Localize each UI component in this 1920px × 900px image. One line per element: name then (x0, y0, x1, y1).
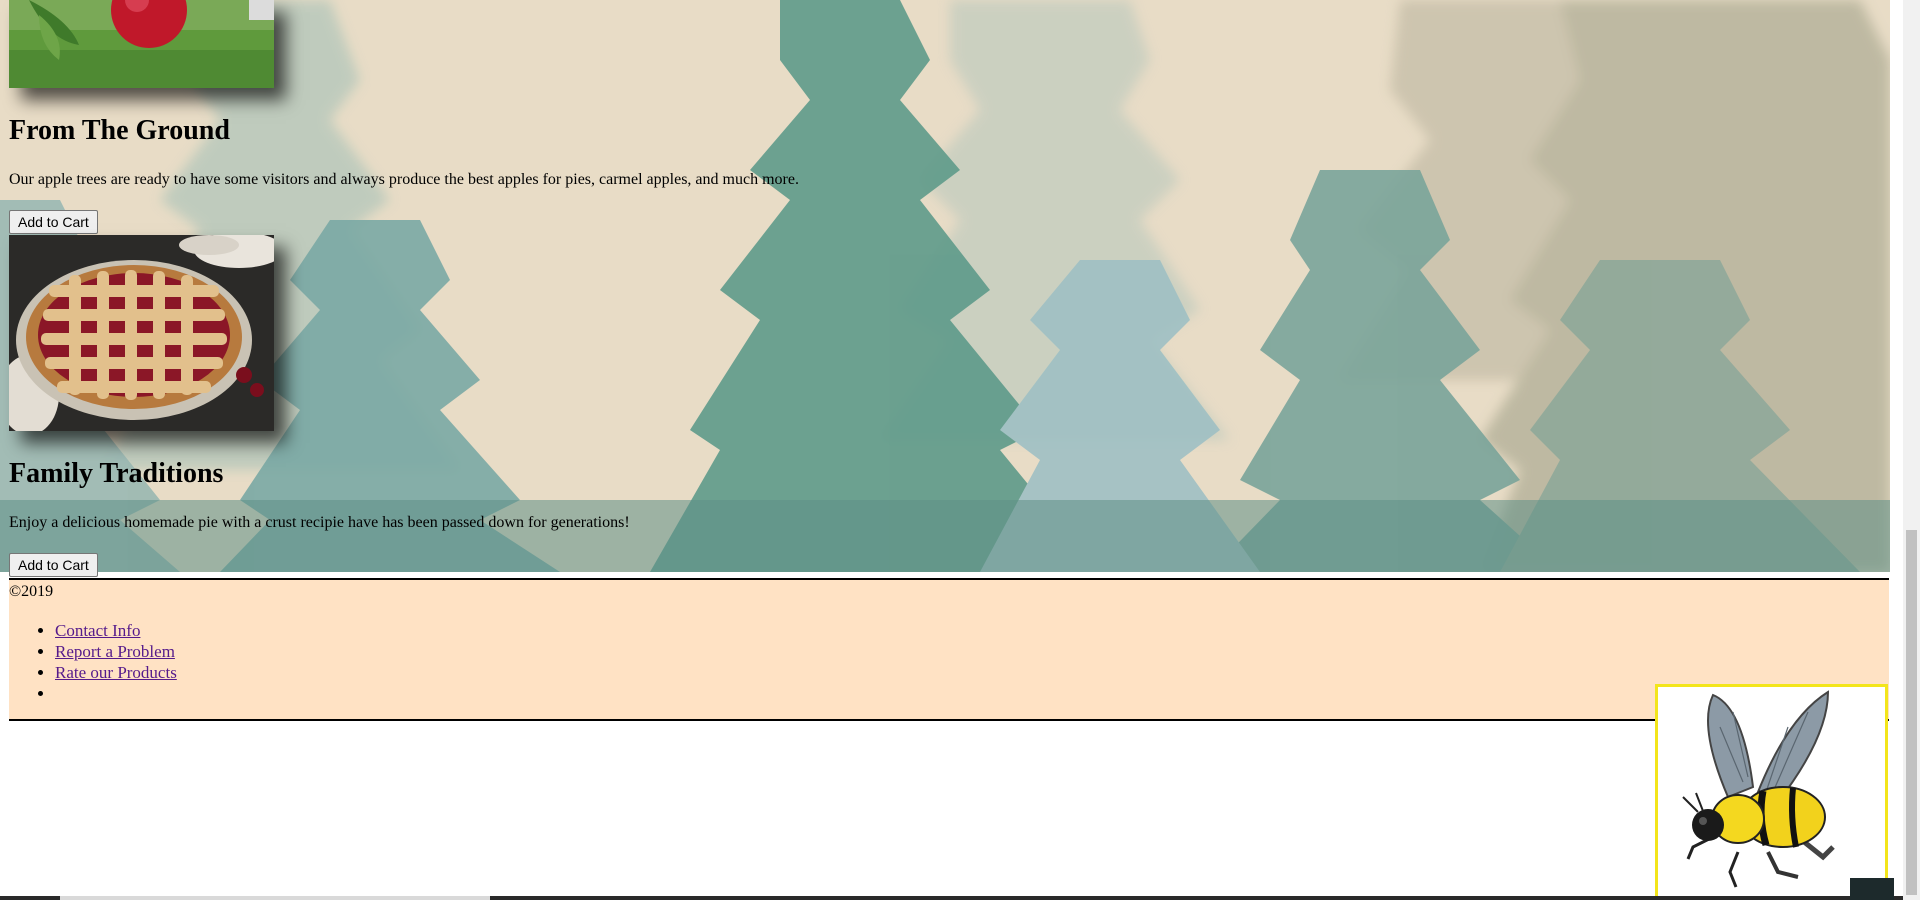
bee-mascot (1655, 684, 1888, 900)
footer-link-item: Report a Problem (55, 641, 177, 662)
site-footer: ©2019 Contact Info Report a Problem Rate… (9, 578, 1889, 721)
product-description: Enjoy a delicious homemade pie with a cr… (9, 514, 630, 531)
product-description: Our apple trees are ready to have some v… (9, 171, 799, 188)
rate-products-link[interactable]: Rate our Products (55, 663, 177, 682)
report-problem-link[interactable]: Report a Problem (55, 642, 175, 661)
product-title: Family Traditions (9, 458, 224, 489)
scrollbar-thumb[interactable] (1906, 530, 1917, 895)
footer-link-item: Contact Info (55, 620, 177, 641)
footer-links: Contact Info Report a Problem Rate our P… (9, 620, 177, 704)
footer-link-item-empty (55, 683, 177, 704)
contact-info-link[interactable]: Contact Info (55, 621, 140, 640)
lattice-cherry-pie-image (9, 235, 274, 431)
add-to-cart-button[interactable]: Add to Cart (9, 210, 98, 234)
page: From The Ground Our apple trees are read… (0, 0, 1920, 900)
add-to-cart-button[interactable]: Add to Cart (9, 553, 98, 577)
footer-link-item: Rate our Products (55, 662, 177, 683)
corner-thumbnail (1850, 878, 1894, 900)
forest-illustration (0, 0, 1890, 572)
vertical-scrollbar[interactable] (1903, 0, 1920, 900)
watercolor-forest-background (0, 0, 1890, 572)
copyright-text: ©2019 (9, 583, 54, 600)
apple-on-grass-image (9, 0, 274, 88)
taskbar-highlight (60, 896, 490, 900)
product-image-pie (9, 235, 274, 431)
product-image-apple (9, 0, 274, 88)
taskbar-strip (0, 896, 1903, 900)
product-title: From The Ground (9, 115, 230, 146)
bumblebee-image (1682, 690, 1835, 888)
